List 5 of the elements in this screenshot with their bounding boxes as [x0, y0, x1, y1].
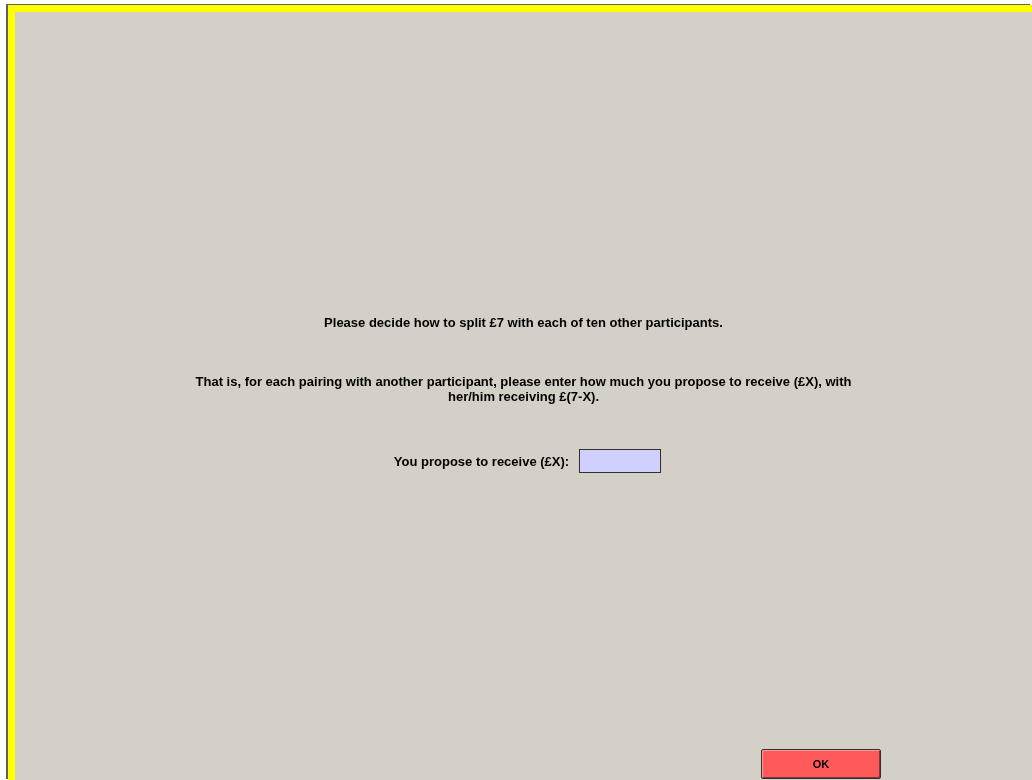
- field-label: You propose to receive (£X):: [393, 453, 570, 469]
- input-field[interactable]: [579, 449, 662, 473]
- ok-button[interactable]: OK: [761, 749, 881, 779]
- instruction-text: Please decide how to split £7 with each of ten other participants.: [324, 315, 723, 330]
- instruction-text: That is, for each pairing with another participant, please enter how much you propose to receive (£X), with her/him receiving £(7-X).: [194, 374, 853, 404]
